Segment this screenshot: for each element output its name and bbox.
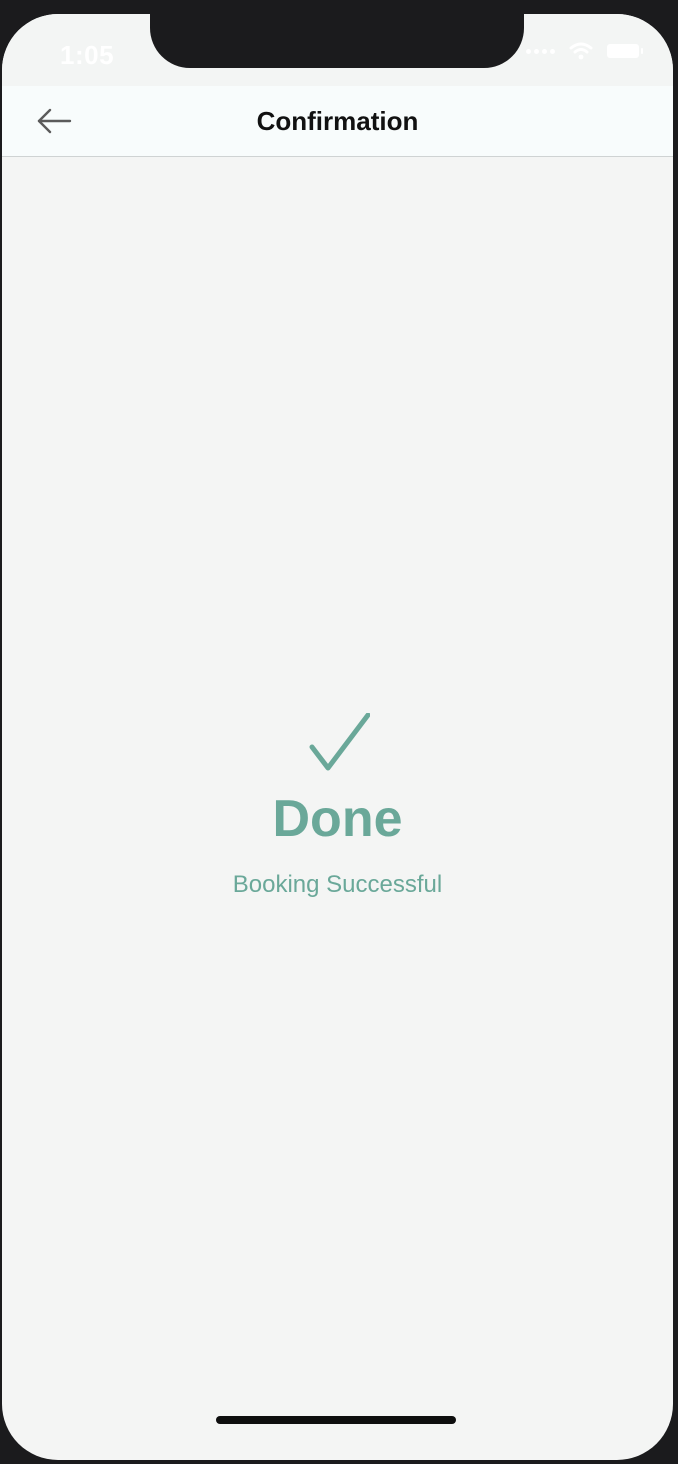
battery-icon [607,44,643,58]
booking-status-message: Booking Successful [232,871,443,898]
wifi-icon [569,42,593,60]
check-icon [309,713,370,771]
home-indicator[interactable] [216,1416,456,1424]
navigation-bar: Confirmation [2,86,673,157]
phone-screen: 1:05 Confirmation Done Booking Successfu… [2,14,673,1460]
cellular-signal-icon [526,48,555,54]
status-icons [526,42,643,60]
status-bar: 1:05 [2,14,673,86]
device-notch [150,14,524,68]
page-title: Confirmation [256,106,419,136]
status-time: 1:05 [60,40,115,70]
confirmation-content: Done Booking Successful [2,157,673,1460]
done-heading: Done [272,790,403,848]
confirmation-block: Done Booking Successful [2,713,673,899]
